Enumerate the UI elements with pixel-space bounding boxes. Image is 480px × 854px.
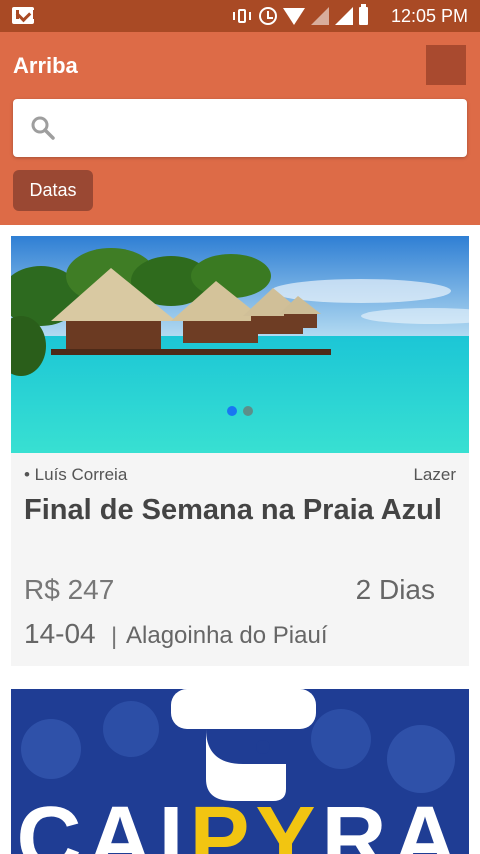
search-icon [31, 116, 55, 140]
trip-price: R$ 247 [24, 574, 115, 605]
carousel-dot[interactable] [227, 406, 237, 416]
caipyra-banner-image: CAIPYRA [11, 689, 469, 854]
battery-icon [359, 4, 368, 25]
search-input[interactable] [71, 109, 451, 147]
vibrate-icon [231, 7, 253, 25]
alarm-icon [259, 7, 277, 25]
clock: 12:05 PM [390, 6, 468, 26]
trip-duration: 2 Dias [355, 574, 435, 605]
trip-title: Final de Semana na Praia Azul [24, 494, 442, 526]
trip-destination: Alagoinha do Piauí [126, 622, 328, 649]
separator: | [111, 623, 118, 650]
status-bar: 12:05 PM [0, 0, 480, 32]
trip-origin: • Luís Correia [24, 465, 128, 484]
beach-bungalows-image [11, 236, 469, 453]
banner-text: CAIPYRA [16, 789, 463, 854]
app-title: Arriba [13, 53, 78, 78]
status-icons [231, 4, 368, 26]
trip-category: Lazer [413, 465, 456, 484]
datas-filter-button[interactable]: Datas [13, 170, 93, 211]
app-bar: Arriba Datas [0, 32, 480, 225]
menu-button[interactable] [426, 45, 466, 85]
trip-card[interactable]: • Luís Correia Lazer Final de Semana na … [11, 236, 469, 666]
search-box[interactable] [13, 99, 467, 157]
carousel-dot[interactable] [243, 406, 253, 416]
carousel-indicator[interactable] [227, 406, 253, 416]
wifi-icon [283, 7, 305, 25]
gmail-icon [12, 7, 36, 24]
signal-roaming-icon [335, 7, 353, 25]
trip-card[interactable]: CAIPYRA [11, 689, 469, 854]
signal-icon [311, 7, 329, 25]
trip-date: 14-04 [24, 618, 96, 649]
